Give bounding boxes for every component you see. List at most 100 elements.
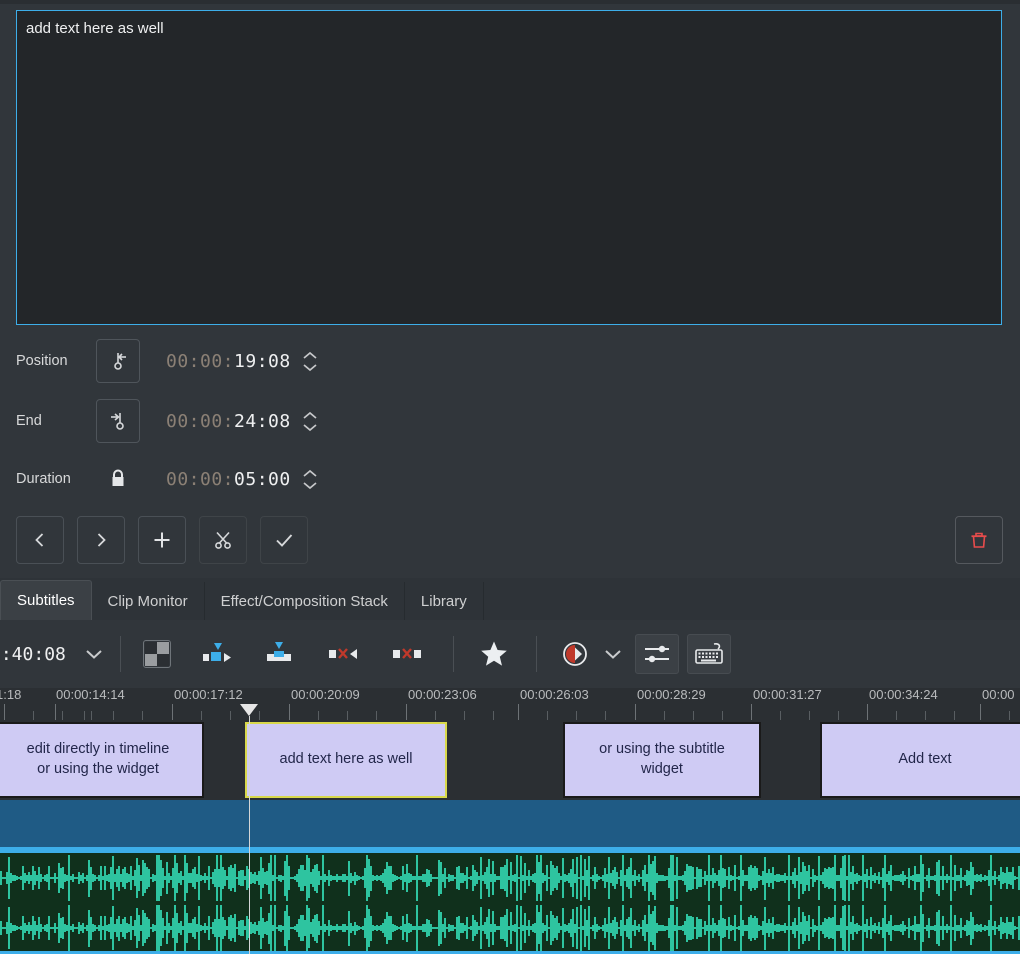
star-icon[interactable] — [474, 634, 514, 674]
ruler-tick-minor — [493, 711, 494, 720]
ruler-label: 00:00:28:29 — [637, 688, 706, 702]
ruler-tick-minor — [693, 711, 694, 720]
ruler-tick-minor — [113, 711, 114, 720]
duration-spinner[interactable] — [301, 464, 319, 494]
ruler-label: 1:18 — [0, 688, 22, 702]
ruler-label: 00:00:31:27 — [753, 688, 822, 702]
ruler-tick-minor — [547, 711, 548, 720]
lift-zone-icon[interactable] — [387, 634, 427, 674]
ruler-tick-major — [4, 704, 5, 720]
playhead-line[interactable] — [249, 716, 250, 954]
cut-subtitle-button[interactable] — [199, 516, 247, 564]
subtitle-clip-label: add text here as well — [279, 751, 413, 768]
tab-subtitles-label: Subtitles — [17, 592, 75, 609]
subtitle-track[interactable]: edit directly in timeline or using the w… — [0, 720, 1020, 800]
subtitle-clip[interactable]: edit directly in timeline or using the w… — [0, 722, 204, 798]
duration-timecode[interactable]: 00:00:05:00 — [166, 469, 291, 490]
tab-effect-stack-label: Effect/Composition Stack — [220, 592, 388, 610]
ruler-tick-major — [751, 704, 752, 720]
video-track[interactable] — [0, 800, 1020, 853]
keyboard-icon[interactable] — [686, 634, 731, 674]
ruler-tick-minor — [954, 711, 955, 720]
tab-library[interactable]: Library — [405, 582, 484, 620]
ruler-tick-minor — [259, 711, 260, 720]
checkerboard-icon[interactable] — [142, 640, 171, 668]
tab-clip-monitor[interactable]: Clip Monitor — [92, 582, 205, 620]
position-timecode[interactable]: 00:00:19:08 — [166, 351, 291, 372]
tab-subtitles[interactable]: Subtitles — [0, 580, 92, 620]
ruler-tick-minor — [84, 711, 85, 720]
ruler-tick-major — [867, 704, 868, 720]
ruler-tick-minor — [142, 711, 143, 720]
go-to-start-icon[interactable] — [96, 339, 140, 383]
panel-top-divider — [0, 0, 1020, 4]
ruler-tick-minor — [91, 711, 92, 720]
ruler-tick-minor — [1009, 711, 1010, 720]
subtitle-edit-panel: Position 00:00:19:08 End — [0, 0, 1020, 578]
ruler-tick-major — [55, 704, 56, 720]
apply-subtitle-button[interactable] — [260, 516, 308, 564]
chevron-down-icon[interactable] — [603, 648, 623, 660]
ruler-tick-minor — [435, 711, 436, 720]
ruler-tick-minor — [925, 711, 926, 720]
delete-subtitle-button[interactable] — [955, 516, 1003, 564]
audio-track[interactable] — [0, 853, 1020, 954]
add-subtitle-button[interactable] — [138, 516, 186, 564]
ruler-tick-minor — [780, 711, 781, 720]
insert-zone-icon[interactable] — [197, 634, 237, 674]
ruler-label: 00:00 — [982, 688, 1015, 702]
duration-row: Duration 00:00:05:00 — [0, 459, 1020, 499]
ruler-tick-minor — [722, 711, 723, 720]
subtitle-clip[interactable]: add text here as well — [245, 722, 447, 798]
toolbar-separator-3 — [535, 636, 537, 672]
position-spinner[interactable] — [301, 346, 319, 376]
duration-label: Duration — [16, 471, 71, 487]
timeline-ruler[interactable]: 1:18 00:00:14:14 00:00:17:12 00:00:20:09 00:… — [0, 688, 1020, 720]
tab-effect-composition-stack[interactable]: Effect/Composition Stack — [205, 582, 405, 620]
go-to-end-icon[interactable] — [96, 399, 140, 443]
ruler-tick-minor — [376, 711, 377, 720]
ruler-tick-minor — [576, 711, 577, 720]
subtitle-clip[interactable]: Add text — [820, 722, 1020, 798]
ruler-tick-major — [172, 704, 173, 720]
position-row: Position 00:00:19:08 — [0, 339, 1020, 383]
timeline-position-timecode[interactable]: 0:40:08 — [0, 644, 66, 665]
subtitle-clip-label: edit directly in timeline or using the w… — [26, 741, 170, 777]
audio-waveform-channel-left — [0, 855, 1020, 901]
previous-subtitle-button[interactable] — [16, 516, 64, 564]
ruler-tick-major — [635, 704, 636, 720]
extract-zone-icon[interactable] — [323, 634, 363, 674]
ruler-tick-minor — [318, 711, 319, 720]
tab-library-label: Library — [420, 592, 467, 610]
ruler-tick-minor — [838, 711, 839, 720]
ruler-tick-major — [980, 704, 981, 720]
mix-icon[interactable] — [555, 634, 595, 674]
subtitle-clip[interactable]: or using the subtitle widget — [563, 722, 761, 798]
subtitle-text-input[interactable] — [16, 10, 1002, 325]
position-label: Position — [16, 353, 68, 369]
ruler-tick-minor — [230, 711, 231, 720]
timeline-toolbar: 0:40:08 — [0, 620, 1020, 688]
next-subtitle-button[interactable] — [77, 516, 125, 564]
subtitle-action-bar — [0, 512, 1020, 568]
subtitle-clip-label: or using the subtitle widget — [599, 741, 725, 777]
ruler-label: 00:00:17:12 — [174, 688, 243, 702]
toolbar-separator-2 — [452, 636, 454, 672]
ruler-tick-minor — [664, 711, 665, 720]
toolbar-separator-1 — [119, 636, 121, 672]
end-row: End 00:00:24:08 — [0, 399, 1020, 443]
end-label: End — [16, 413, 42, 429]
overwrite-zone-icon[interactable] — [259, 634, 299, 674]
playhead-marker[interactable] — [240, 704, 258, 716]
subtitle-clip-label: Add text — [898, 751, 952, 768]
timeline-area[interactable]: 1:18 00:00:14:14 00:00:17:12 00:00:20:09 00:… — [0, 688, 1020, 954]
ruler-tick-minor — [896, 711, 897, 720]
end-spinner[interactable] — [301, 406, 319, 436]
kdenlive-subtitle-workspace: Position 00:00:19:08 End — [0, 0, 1020, 954]
end-timecode[interactable]: 00:00:24:08 — [166, 411, 291, 432]
chevron-down-icon[interactable] — [84, 648, 104, 660]
mixer-sliders-icon[interactable] — [634, 634, 679, 674]
ruler-label: 00:00:14:14 — [56, 688, 125, 702]
ruler-label: 00:00:23:06 — [408, 688, 477, 702]
lock-icon[interactable] — [96, 457, 140, 501]
